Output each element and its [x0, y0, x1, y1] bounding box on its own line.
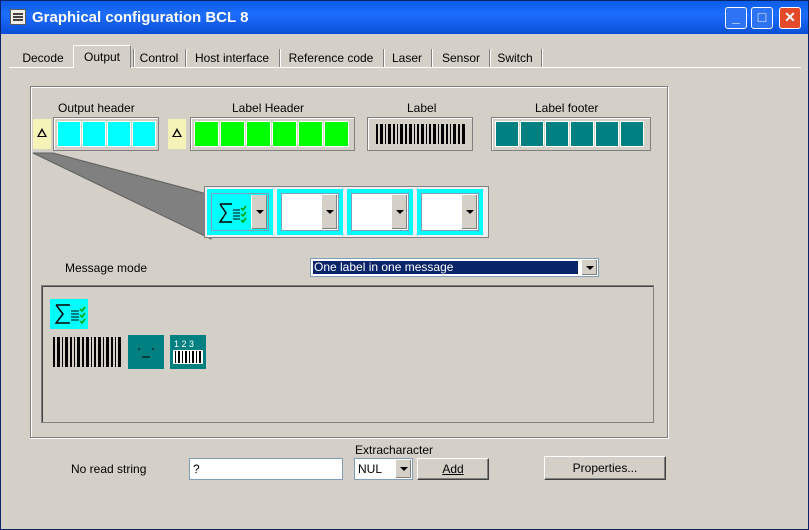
maximize-button[interactable]: □	[751, 7, 773, 29]
app-icon	[10, 9, 26, 25]
detail-slot[interactable]	[207, 189, 273, 235]
output-header-label: Output header	[58, 101, 135, 115]
add-button[interactable]: Add	[417, 458, 489, 480]
label-label: Label	[407, 101, 437, 115]
palette-sum-check-icon[interactable]	[50, 299, 88, 329]
tab-sensor[interactable]: Sensor	[435, 48, 487, 68]
svg-text:1 2 3: 1 2 3	[174, 339, 194, 349]
label-footer-cell[interactable]	[520, 121, 544, 147]
detail-slot[interactable]	[417, 189, 483, 235]
tab-laser[interactable]: Laser	[385, 48, 429, 68]
slot-dropdown-button[interactable]	[251, 195, 267, 229]
label-header-label: Label Header	[232, 101, 305, 115]
label-footer-cell[interactable]	[570, 121, 594, 147]
tab-decode[interactable]: Decode	[15, 48, 71, 68]
no-read-string-input[interactable]: ?	[189, 458, 343, 480]
tab-switch[interactable]: Switch	[491, 48, 539, 68]
properties-button[interactable]: Properties...	[544, 456, 666, 480]
detail-slot[interactable]	[277, 189, 343, 235]
slot-dropdown-button[interactable]	[391, 195, 407, 229]
tab-host-interface[interactable]: Host interface	[187, 48, 277, 68]
message-mode-label: Message mode	[65, 261, 148, 275]
extracharacter-label: Extracharacter	[355, 443, 434, 457]
title-bar[interactable]: Graphical configuration BCL 8 _ □ ✕	[1, 1, 808, 34]
label-footer-cell[interactable]	[595, 121, 619, 147]
palette-footer-icon[interactable]	[128, 335, 164, 369]
detail-slot[interactable]	[347, 189, 413, 235]
extracharacter-select[interactable]: NUL	[354, 458, 413, 480]
message-mode-dropdown-button[interactable]	[581, 260, 597, 275]
palette-numbered-barcode-icon[interactable]: 1 2 3	[170, 335, 206, 369]
slot-dropdown-button[interactable]	[461, 195, 477, 229]
config-window: Graphical configuration BCL 8 _ □ ✕ Deco…	[0, 0, 809, 530]
label-footer-label: Label footer	[535, 101, 599, 115]
tab-output[interactable]: Output	[73, 45, 131, 68]
slot-sum-check-icon	[218, 203, 247, 224]
tab-reference-code[interactable]: Reference code	[281, 48, 381, 68]
extracharacter-dropdown-button[interactable]	[395, 460, 411, 478]
message-mode-select[interactable]: One label in one message	[310, 258, 599, 277]
minimize-button[interactable]: _	[725, 7, 747, 29]
label-footer-cell[interactable]	[620, 121, 644, 147]
no-read-string-label: No read string	[71, 462, 147, 476]
slot-dropdown-button[interactable]	[321, 195, 337, 229]
window-title: Graphical configuration BCL 8	[32, 9, 249, 26]
tab-control[interactable]: Control	[135, 48, 183, 68]
close-button[interactable]: ✕	[779, 7, 801, 29]
message-mode-value: One label in one message	[313, 261, 578, 274]
extracharacter-value: NUL	[358, 462, 383, 476]
label-footer-cell[interactable]	[545, 121, 569, 147]
palette-barcode-icon[interactable]	[52, 336, 124, 368]
